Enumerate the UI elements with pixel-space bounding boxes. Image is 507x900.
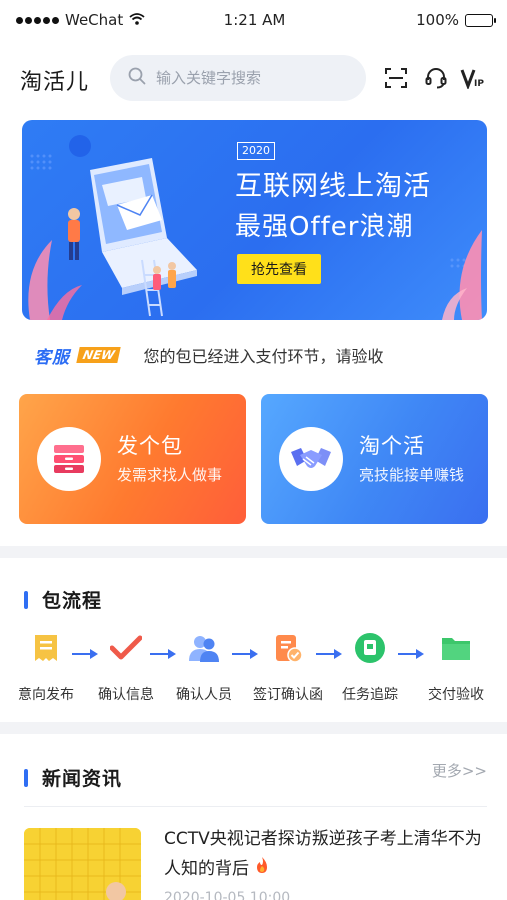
card-title: 淘个活	[359, 434, 425, 458]
step-label: 意向发布	[18, 687, 74, 703]
section-divider	[0, 722, 507, 734]
step-label: 任务追踪	[342, 687, 398, 703]
banner-view-button[interactable]: 抢先查看	[237, 254, 321, 284]
process-step[interactable]: 交付验收	[416, 630, 496, 704]
card-title: 发个包	[117, 434, 183, 458]
fire-icon	[254, 857, 270, 879]
process-step[interactable]: 确认信息	[86, 630, 166, 704]
scan-icon[interactable]	[381, 63, 411, 93]
process-step[interactable]: 签订确认函	[248, 630, 328, 704]
signed-doc-icon	[270, 630, 306, 666]
card-icon-circle	[37, 427, 101, 491]
process-step[interactable]: 任务追踪	[330, 630, 410, 704]
folder-check-icon	[438, 630, 474, 666]
status-left: WeChat	[16, 11, 176, 29]
step-label: 签订确认函	[253, 687, 323, 703]
card-subtitle: 亮技能接单赚钱	[359, 466, 465, 484]
process-steps: 意向发布 确认信息 确认人员 签订确认函 任务追踪 交付验收	[0, 630, 507, 710]
headset-icon[interactable]	[421, 63, 451, 93]
banner-year: 2020	[237, 142, 275, 160]
search-input[interactable]	[156, 69, 336, 87]
battery-icon	[465, 13, 496, 27]
news-thumbnail[interactable]	[24, 828, 141, 900]
battery-percent: 100%	[416, 11, 459, 29]
news-divider	[24, 806, 487, 807]
step-label: 交付验收	[428, 687, 484, 703]
title-accent-bar	[24, 768, 28, 787]
news-title: 新闻资讯	[42, 768, 123, 790]
vip-icon[interactable]: IP	[458, 63, 488, 93]
post-task-card[interactable]: 发个包 发需求找人做事	[19, 394, 246, 524]
notice-text: 您的包已经进入支付环节，请验收	[143, 347, 384, 366]
search-icon	[128, 67, 146, 89]
card-icon-circle	[279, 427, 343, 491]
news-item-date: 2020-10-05 10:00	[164, 890, 291, 900]
users-icon	[186, 630, 222, 666]
status-time: 1:21 AM	[223, 11, 286, 29]
check-icon	[108, 630, 144, 666]
app-title: 淘活儿	[20, 70, 90, 95]
banner-subheadline: 最强Offer浪潮	[235, 212, 414, 242]
status-right: 100%	[333, 11, 496, 29]
news-item-title: CCTV央视记者探访叛逆孩子考上清华不为人知的背后	[164, 829, 482, 879]
more-news-link[interactable]: 更多>>	[432, 760, 487, 781]
wifi-icon	[129, 11, 145, 29]
signal-icon	[16, 16, 59, 24]
banner-headline: 互联网线上淘活	[235, 171, 431, 202]
section-divider	[0, 546, 507, 558]
new-badge: NEW	[76, 347, 122, 363]
step-label: 确认人员	[176, 687, 232, 703]
notice-label: 客服	[34, 347, 70, 368]
process-title: 包流程	[42, 590, 103, 612]
carrier-name: WeChat	[65, 11, 124, 29]
find-job-card[interactable]: 淘个活 亮技能接单赚钱	[261, 394, 488, 524]
app-header: 淘活儿 IP	[0, 55, 507, 101]
news-item[interactable]: CCTV央视记者探访叛逆孩子考上清华不为人知的背后	[164, 824, 494, 884]
news-section-title: 新闻资讯	[24, 764, 122, 791]
handshake-icon	[291, 448, 331, 468]
step-label: 确认信息	[98, 687, 154, 703]
process-step[interactable]: 确认人员	[164, 630, 244, 704]
process-step[interactable]: 意向发布	[6, 630, 86, 704]
search-bar[interactable]	[110, 55, 366, 101]
title-accent-bar	[24, 590, 28, 609]
tracking-icon	[352, 630, 388, 666]
news-thumbnail-image	[24, 828, 141, 900]
card-subtitle: 发需求找人做事	[117, 466, 223, 484]
process-section-title: 包流程	[24, 586, 102, 613]
status-bar: WeChat 1:21 AM 100%	[0, 0, 507, 40]
service-notice[interactable]: 客服 NEW 您的包已经进入支付环节，请验收	[34, 340, 474, 370]
receipt-icon	[28, 630, 64, 666]
promo-banner[interactable]: 2020 互联网线上淘活 最强Offer浪潮 抢先查看	[22, 120, 487, 320]
svg-text:IP: IP	[474, 79, 484, 89]
drawer-icon	[54, 445, 84, 473]
